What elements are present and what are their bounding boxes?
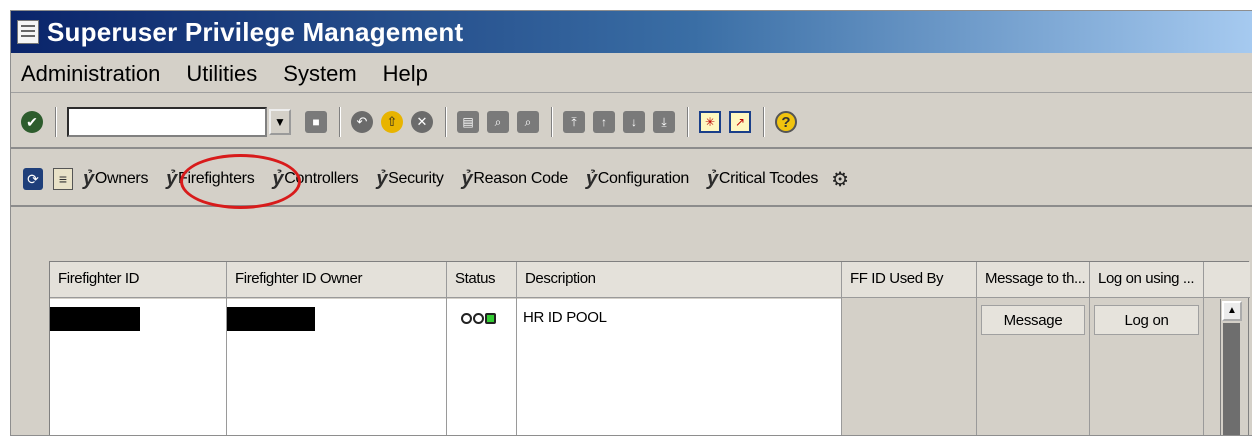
sap-window: Superuser Privilege Management Administr… bbox=[10, 10, 1252, 436]
last-page-icon[interactable]: ⤓ bbox=[653, 111, 675, 133]
column-firefighter-id: Firefighter ID bbox=[50, 262, 227, 435]
vertical-scrollbar[interactable]: ▲ bbox=[1220, 299, 1242, 435]
shortcut-icon[interactable]: ↗ bbox=[729, 111, 751, 133]
title-bar: Superuser Privilege Management bbox=[11, 11, 1252, 53]
wand-icon: ỷ bbox=[83, 167, 94, 190]
refresh-icon[interactable]: ⟳ bbox=[23, 168, 43, 190]
configuration-button[interactable]: ỷ Configuration bbox=[586, 168, 689, 191]
wand-icon: ỷ bbox=[585, 167, 597, 190]
help-icon[interactable]: ? bbox=[775, 111, 797, 133]
column-owner: Firefighter ID Owner bbox=[227, 262, 447, 435]
command-dropdown-icon[interactable]: ▼ bbox=[269, 109, 291, 135]
previous-page-icon[interactable]: ↑ bbox=[593, 111, 615, 133]
menu-bar: Administration Utilities System Help bbox=[11, 55, 1252, 93]
column-message: Message to th... Message bbox=[977, 262, 1090, 435]
save-icon[interactable]: ■ bbox=[305, 111, 327, 133]
firefighter-table: Firefighter ID Firefighter ID Owner Stat… bbox=[49, 261, 1250, 435]
header-description[interactable]: Description bbox=[517, 262, 841, 298]
controllers-button[interactable]: ỷ Controllers bbox=[272, 168, 358, 191]
description-cell: HR ID POOL bbox=[523, 309, 607, 326]
find-icon[interactable]: ⌕ bbox=[487, 111, 509, 133]
menu-utilities[interactable]: Utilities bbox=[184, 59, 259, 89]
light-off-icon bbox=[461, 313, 472, 324]
app-icon bbox=[17, 20, 39, 44]
light-off-icon bbox=[473, 313, 484, 324]
header-firefighter-id[interactable]: Firefighter ID bbox=[50, 262, 226, 298]
scroll-up-icon[interactable]: ▲ bbox=[1222, 301, 1242, 321]
print-icon[interactable]: ▤ bbox=[457, 111, 479, 133]
owners-button[interactable]: ỷ Owners bbox=[83, 168, 148, 191]
enter-check-icon[interactable]: ✔ bbox=[21, 111, 43, 133]
logon-button[interactable]: Log on bbox=[1094, 305, 1199, 335]
critical-tcodes-button[interactable]: ỷ Critical Tcodes bbox=[707, 168, 818, 191]
scroll-track[interactable] bbox=[1223, 323, 1240, 435]
redacted-firefighter-id bbox=[50, 307, 140, 331]
menu-help[interactable]: Help bbox=[381, 59, 430, 89]
window-title: Superuser Privilege Management bbox=[47, 16, 464, 47]
redacted-owner bbox=[227, 307, 315, 331]
new-session-icon[interactable]: ✳ bbox=[699, 111, 721, 133]
tools-icon[interactable]: ⚙ bbox=[830, 168, 850, 191]
message-button[interactable]: Message bbox=[981, 305, 1085, 335]
wand-icon: ỷ bbox=[272, 167, 284, 190]
column-logon: Log on using ... Log on bbox=[1090, 262, 1204, 435]
standard-toolbar: ✔ ▼ ■ ↶ ⇧ ✕ ▤ ⌕ ⌕ ⤒ ↑ ↓ ⤓ ✳ ↗ ? bbox=[11, 97, 1252, 149]
column-used-by: FF ID Used By bbox=[842, 262, 977, 435]
wand-icon: ỷ bbox=[707, 167, 718, 190]
wand-icon: ỷ bbox=[461, 167, 473, 190]
first-page-icon[interactable]: ⤒ bbox=[563, 111, 585, 133]
header-logon[interactable]: Log on using ... bbox=[1090, 262, 1203, 298]
reason-code-button[interactable]: ỷ Reason Code bbox=[461, 167, 569, 191]
header-status[interactable]: Status bbox=[447, 262, 516, 298]
wand-icon: ỷ bbox=[376, 167, 388, 190]
find-next-icon[interactable]: ⌕ bbox=[517, 111, 539, 133]
command-field[interactable] bbox=[67, 107, 267, 137]
menu-administration[interactable]: Administration bbox=[19, 59, 162, 89]
column-description: Description HR ID POOL bbox=[517, 262, 842, 435]
back-icon[interactable]: ↶ bbox=[351, 111, 373, 133]
header-owner[interactable]: Firefighter ID Owner bbox=[227, 262, 446, 298]
column-status: Status bbox=[447, 262, 517, 435]
status-lights-icon bbox=[461, 313, 497, 324]
table-row bbox=[50, 299, 226, 435]
firefighters-button[interactable]: ỷ Firefighters bbox=[166, 167, 255, 191]
light-green-icon bbox=[485, 313, 496, 324]
header-used-by[interactable]: FF ID Used By bbox=[842, 262, 976, 298]
header-message[interactable]: Message to th... bbox=[977, 262, 1089, 298]
application-toolbar: ⟳ ≡ ỷ Owners ỷ Firefighters ỷ Controllers ỷ… bbox=[11, 153, 1252, 207]
next-page-icon[interactable]: ↓ bbox=[623, 111, 645, 133]
log-scroll-icon[interactable]: ≡ bbox=[53, 168, 73, 190]
security-button[interactable]: ỷ Security bbox=[376, 167, 444, 191]
menu-system[interactable]: System bbox=[281, 59, 358, 89]
cancel-icon[interactable]: ✕ bbox=[411, 111, 433, 133]
wand-icon: ỷ bbox=[166, 167, 177, 190]
exit-icon[interactable]: ⇧ bbox=[381, 111, 403, 133]
